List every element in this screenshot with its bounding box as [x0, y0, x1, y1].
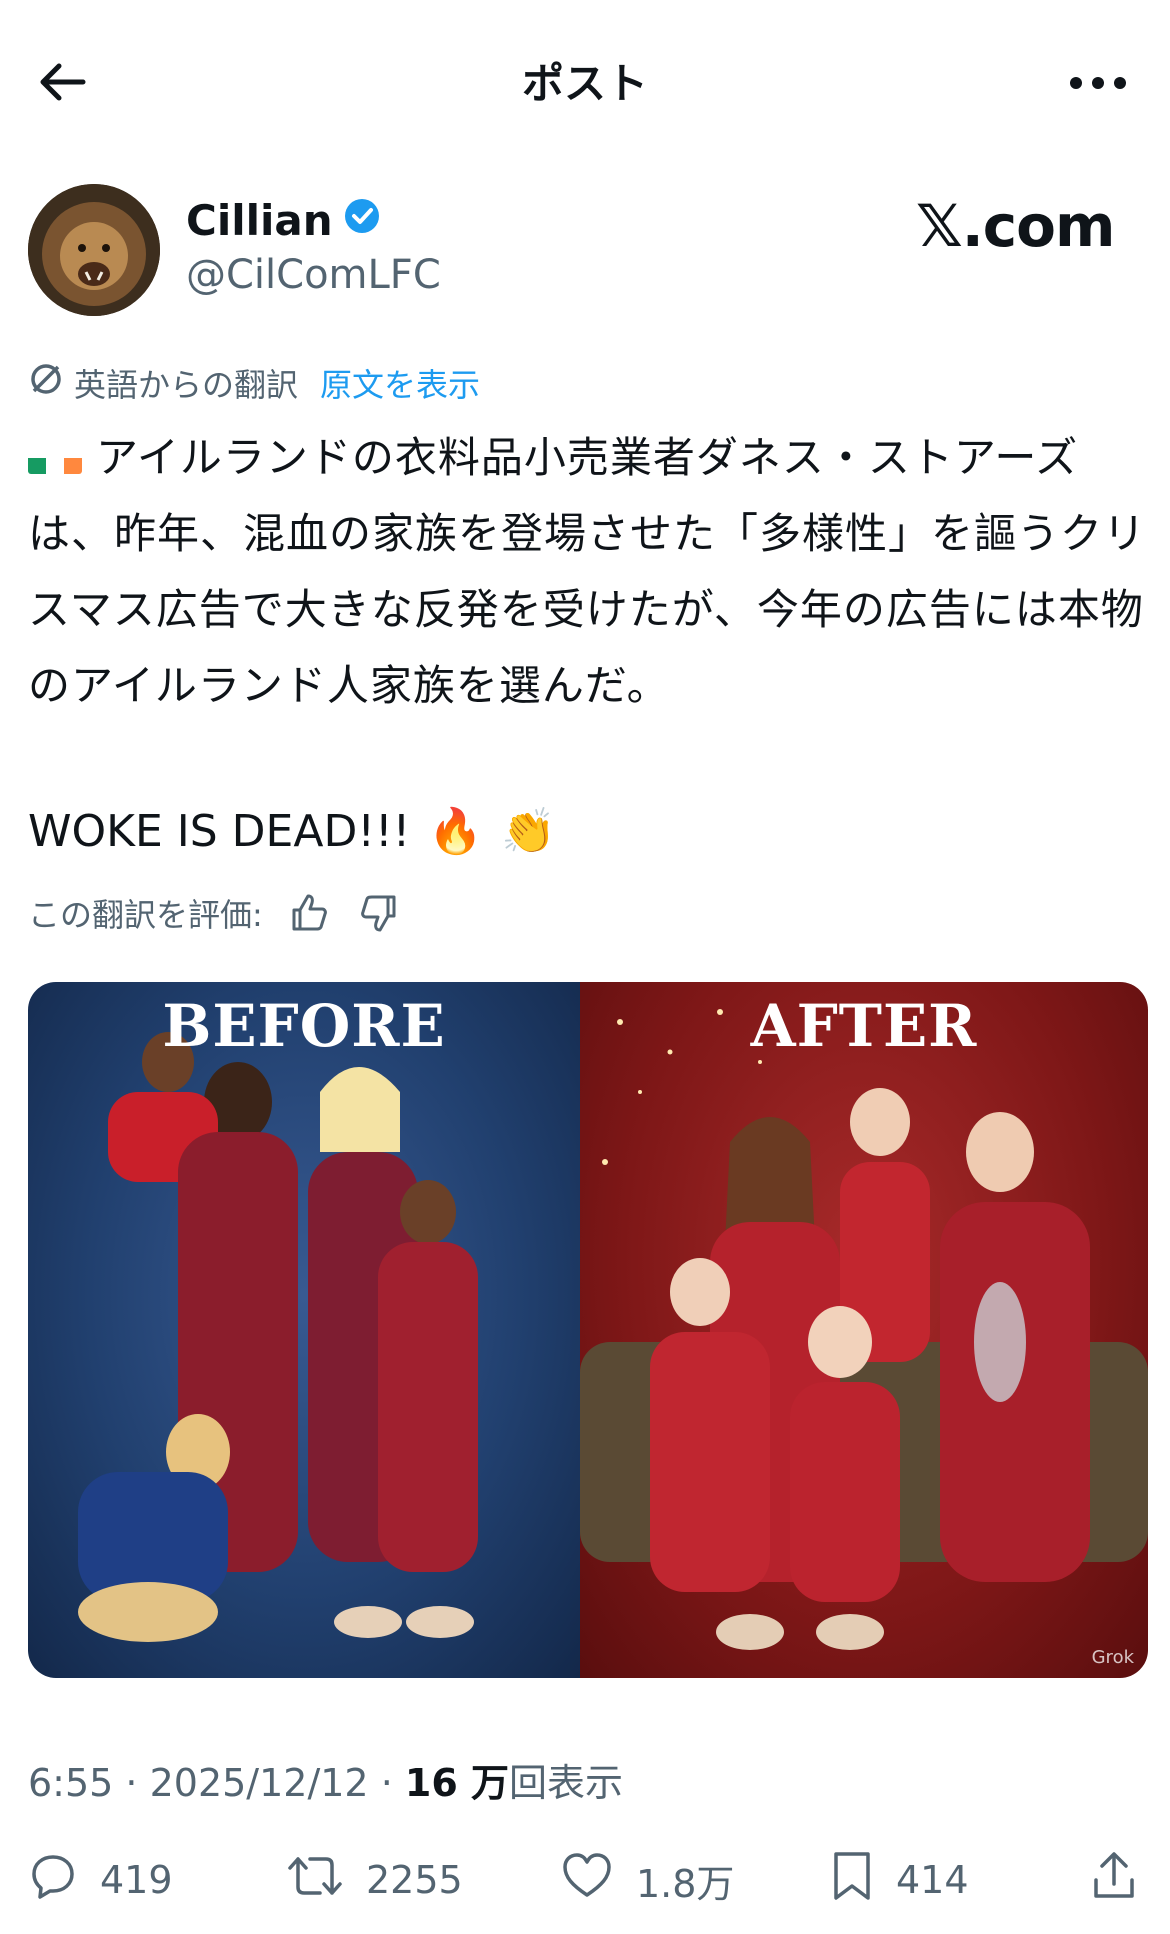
display-name-text: Cillian — [186, 196, 333, 245]
post-text-line2: WOKE IS DEAD!!! 🔥 👏 — [28, 794, 556, 870]
heart-icon — [560, 1851, 614, 1910]
translation-label: 英語からの翻訳 — [74, 366, 299, 404]
thumbs-down-button[interactable] — [355, 889, 403, 937]
like-count: 1.8万 — [636, 1861, 735, 1906]
meta-separator: · — [368, 1761, 405, 1805]
more-icon — [1068, 75, 1128, 94]
avatar[interactable] — [28, 184, 160, 316]
before-label: BEFORE — [162, 992, 446, 1060]
after-panel: AFTER Grok — [580, 982, 1148, 1678]
display-name[interactable]: Cillian — [186, 196, 381, 245]
repost-button[interactable]: 2255 — [286, 1840, 463, 1920]
top-bar: ポスト — [0, 0, 1170, 160]
reply-icon — [28, 1851, 78, 1910]
x-com-watermark: 𝕏.com — [916, 192, 1115, 260]
reply-button[interactable]: 419 — [28, 1840, 173, 1920]
page-title: ポスト — [521, 59, 648, 108]
share-button[interactable] — [1090, 1840, 1138, 1920]
repost-count: 2255 — [366, 1858, 463, 1902]
before-panel: BEFORE — [28, 982, 580, 1678]
post-text-second: WOKE IS DEAD!!! — [28, 806, 411, 857]
thumbs-up-button[interactable] — [285, 889, 333, 937]
user-handle[interactable]: @CilComLFC — [186, 252, 441, 298]
reply-count: 419 — [100, 1858, 173, 1902]
post-body: アイルランドの衣料品小売業者ダネス・ストアーズは、昨年、混血の家族を登場させた「… — [28, 420, 1148, 724]
rate-translation-label: この翻訳を評価: — [28, 896, 263, 934]
post-time: 6:55 — [28, 1761, 114, 1805]
after-family-illustration-icon — [580, 1009, 1148, 1650]
meta-separator: · — [113, 1761, 150, 1805]
repost-icon — [286, 1851, 344, 1910]
thumbs-up-icon — [292, 894, 327, 931]
like-button[interactable]: 1.8万 — [560, 1840, 734, 1920]
share-icon — [1090, 1850, 1138, 1911]
bookmark-count: 414 — [896, 1858, 969, 1902]
before-family-illustration-icon — [78, 1032, 478, 1642]
after-label: AFTER — [750, 992, 978, 1060]
views-count: 16 万 — [404, 1761, 509, 1805]
clapping-hands-emoji-icon: 👏 — [501, 806, 556, 857]
views-label: 回表示 — [509, 1761, 624, 1805]
more-options-button[interactable] — [1060, 56, 1136, 112]
thumbs-down-icon — [360, 895, 396, 932]
translation-notice: 英語からの翻訳 原文を表示 — [28, 358, 480, 408]
bookmark-button[interactable]: 414 — [830, 1840, 969, 1920]
action-bar: 419 2255 1.8万 414 — [0, 1840, 1170, 1920]
post-meta: 6:55 · 2025/12/12 · 16 万回表示 — [28, 1752, 623, 1807]
translate-icon — [28, 361, 64, 405]
ireland-flag-icon — [28, 440, 82, 474]
bookmark-icon — [830, 1850, 874, 1911]
author-row: Cillian @CilComLFC 𝕏.com — [28, 184, 1138, 320]
rate-translation-row: この翻訳を評価: — [28, 886, 403, 940]
post-image[interactable]: BEFORE AFTER Grok — [28, 982, 1148, 1678]
post-date: 2025/12/12 — [149, 1761, 369, 1805]
show-original-link[interactable]: 原文を表示 — [320, 360, 480, 406]
post-text: アイルランドの衣料品小売業者ダネス・ストアーズは、昨年、混血の家族を登場させた「… — [28, 433, 1147, 710]
lion-avatar-icon — [28, 184, 160, 316]
fire-emoji-icon: 🔥 — [428, 806, 484, 857]
grok-watermark: Grok — [1091, 1647, 1134, 1668]
verified-badge-icon — [343, 196, 381, 245]
